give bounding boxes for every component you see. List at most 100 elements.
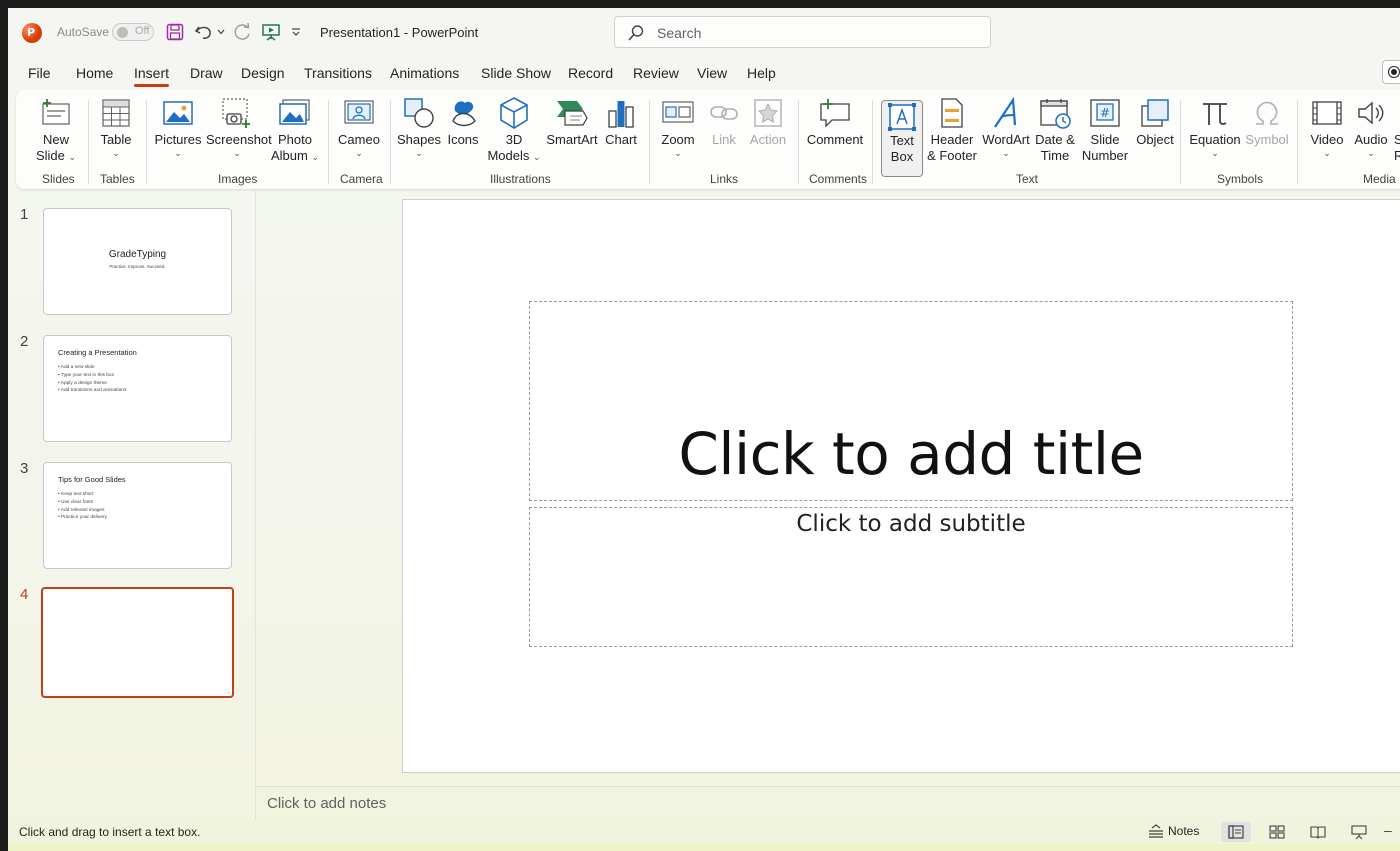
document-title: Presentation1 - PowerPoint xyxy=(320,25,479,40)
text-box-button[interactable]: Text Box xyxy=(881,100,923,177)
group-separator xyxy=(146,100,147,184)
subtitle-placeholder-text: Click to add subtitle xyxy=(796,511,1026,537)
slide-thumbnail-3[interactable]: Tips for Good Slides • Keep text short •… xyxy=(43,462,232,569)
equation-icon xyxy=(1186,94,1244,132)
slide-show-button[interactable] xyxy=(1344,822,1374,842)
redo-icon[interactable] xyxy=(231,20,255,44)
link-button[interactable]: Link xyxy=(704,94,744,148)
audio-button[interactable]: Audio ⌄ xyxy=(1350,94,1392,158)
wordart-button[interactable]: WordArt ⌄ xyxy=(980,94,1032,158)
video-icon xyxy=(1304,94,1350,132)
tab-draw[interactable]: Draw xyxy=(190,65,223,81)
date-time-button[interactable]: Date & Time xyxy=(1032,94,1078,164)
notes-icon xyxy=(1149,824,1163,838)
3d-models-button[interactable]: 3D Models ⌄ xyxy=(486,94,542,164)
slide-sorter-button[interactable] xyxy=(1262,822,1292,842)
present-from-start-icon[interactable] xyxy=(259,20,283,44)
group-label-comments: Comments xyxy=(809,172,868,186)
icons-button[interactable]: Icons xyxy=(443,94,483,148)
ribbon-tabs: File Home Insert Draw Design Transitions… xyxy=(8,58,1400,88)
slide-thumbnail-1[interactable]: GradeTyping Practice. Improve. Succeed. xyxy=(43,208,232,315)
screenshot-button[interactable]: Screenshot ⌄ xyxy=(206,94,272,158)
photo-album-button[interactable]: Photo Album ⌄ xyxy=(270,94,320,164)
slide-number-button[interactable]: # Slide Number xyxy=(1078,94,1132,164)
tab-animations[interactable]: Animations xyxy=(390,65,459,81)
tab-view[interactable]: View xyxy=(697,65,727,81)
zoom-out-button[interactable]: – xyxy=(1384,822,1392,838)
pictures-button[interactable]: Pictures ⌄ xyxy=(152,94,204,158)
autosave-state: Off xyxy=(135,25,150,37)
zoom-button[interactable]: Zoom ⌄ xyxy=(656,94,700,158)
photo-album-icon xyxy=(270,94,320,132)
group-label-tables: Tables xyxy=(100,172,135,186)
title-placeholder[interactable]: Click to add title xyxy=(529,301,1293,501)
record-button[interactable] xyxy=(1382,60,1400,84)
search-input[interactable]: Search xyxy=(614,16,991,48)
action-button[interactable]: Action xyxy=(746,94,790,148)
thumb-subtitle: Practice. Improve. Succeed. xyxy=(109,264,166,269)
slide-thumbnail-4[interactable] xyxy=(41,587,234,698)
object-button[interactable]: Object xyxy=(1130,94,1180,148)
powerpoint-logo-icon: P xyxy=(22,23,42,43)
group-separator xyxy=(328,100,329,184)
tab-slide-show[interactable]: Slide Show xyxy=(481,65,551,81)
tab-insert[interactable]: Insert xyxy=(134,65,170,87)
thumb-title: GradeTyping xyxy=(108,249,167,260)
undo-dropdown-icon[interactable] xyxy=(214,20,228,44)
save-icon[interactable] xyxy=(163,20,187,44)
table-icon xyxy=(94,94,138,132)
normal-view-icon xyxy=(1228,825,1244,839)
search-placeholder: Search xyxy=(657,25,702,41)
screen-recording-button[interactable]: S Re xyxy=(1394,94,1400,164)
autosave-toggle[interactable]: Off xyxy=(112,23,154,41)
slide-number: 4 xyxy=(20,586,29,603)
slide-sorter-icon xyxy=(1269,825,1285,839)
smartart-button[interactable]: SmartArt xyxy=(542,94,602,148)
zoom-icon xyxy=(656,94,700,132)
tab-file[interactable]: File xyxy=(28,65,51,81)
icons-icon xyxy=(443,94,483,132)
customize-qat-icon[interactable] xyxy=(288,20,304,44)
date-time-icon xyxy=(1032,94,1078,132)
link-icon xyxy=(704,94,744,132)
header-footer-button[interactable]: Header & Footer xyxy=(924,94,980,164)
reading-view-button[interactable] xyxy=(1303,822,1333,842)
tab-record[interactable]: Record xyxy=(568,65,613,81)
slide-number: 3 xyxy=(20,460,29,477)
equation-button[interactable]: Equation ⌄ xyxy=(1186,94,1244,158)
slide-number: 1 xyxy=(20,206,29,223)
undo-icon[interactable] xyxy=(192,20,216,44)
tab-transitions[interactable]: Transitions xyxy=(304,65,372,81)
symbol-button[interactable]: Symbol xyxy=(1244,94,1290,148)
group-separator xyxy=(390,100,391,184)
tab-design[interactable]: Design xyxy=(241,65,285,81)
subtitle-placeholder[interactable]: Click to add subtitle xyxy=(529,507,1293,647)
slide-thumbnail-2[interactable]: Creating a Presentation • Add a new slid… xyxy=(43,335,232,442)
slide-number-icon: # xyxy=(1078,94,1132,132)
group-label-images: Images xyxy=(218,172,258,186)
tab-home[interactable]: Home xyxy=(76,65,113,81)
pane-divider[interactable] xyxy=(255,190,256,820)
pictures-icon xyxy=(152,94,204,132)
chart-button[interactable]: Chart xyxy=(601,94,641,148)
video-button[interactable]: Video ⌄ xyxy=(1304,94,1350,158)
group-separator xyxy=(1297,100,1298,184)
group-label-links: Links xyxy=(710,172,739,186)
notes-pane[interactable]: Click to add notes xyxy=(256,786,1400,820)
new-slide-button[interactable]: New Slide ⌄ xyxy=(28,94,84,164)
tab-help[interactable]: Help xyxy=(747,65,776,81)
screenshot-icon xyxy=(206,94,268,132)
table-button[interactable]: Table ⌄ xyxy=(94,94,138,158)
tab-review[interactable]: Review xyxy=(633,65,679,81)
group-separator xyxy=(872,100,873,184)
slide-canvas[interactable]: Click to add title Click to add subtitle xyxy=(402,199,1400,773)
notes-toggle-button[interactable]: Notes xyxy=(1148,824,1199,838)
status-bar: Click and drag to insert a text box. Not… xyxy=(8,822,1400,844)
normal-view-button[interactable] xyxy=(1221,822,1251,842)
group-separator xyxy=(1180,100,1181,184)
comment-button[interactable]: Comment xyxy=(804,94,866,148)
cameo-button[interactable]: Cameo ⌄ xyxy=(334,94,384,158)
3d-models-icon xyxy=(486,94,542,132)
record-icon xyxy=(1389,67,1399,77)
shapes-button[interactable]: Shapes ⌄ xyxy=(396,94,442,158)
